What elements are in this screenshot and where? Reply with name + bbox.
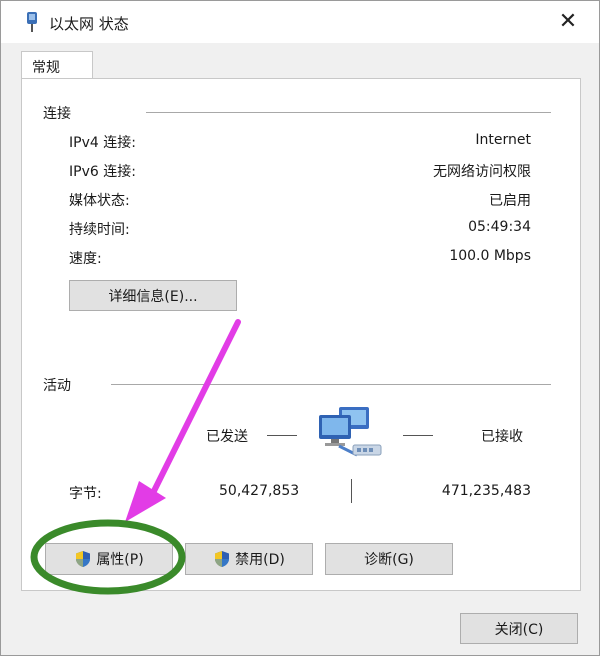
ipv6-value: 无网络访问权限	[433, 164, 531, 180]
bytes-label: 字节:	[69, 486, 102, 502]
uac-shield-icon	[76, 551, 91, 567]
diagnose-button[interactable]: 诊断(G)	[325, 543, 453, 575]
general-tab-panel	[21, 78, 581, 591]
activity-divider	[111, 384, 551, 385]
title-bar: 以太网 状态 ✕	[1, 1, 599, 43]
media-state-label: 媒体状态:	[69, 193, 130, 209]
network-computers-icon	[319, 407, 382, 457]
speed-value: 100.0 Mbps	[449, 248, 531, 264]
connection-divider	[146, 112, 551, 113]
speed-label: 速度:	[69, 251, 102, 267]
ipv4-label: IPv4 连接:	[69, 135, 136, 151]
bytes-sent-value: 50,427,853	[219, 483, 300, 499]
duration-value: 05:49:34	[468, 219, 531, 235]
disable-button-label: 禁用(D)	[235, 552, 285, 568]
close-icon[interactable]: ✕	[555, 9, 581, 35]
properties-button-label: 属性(P)	[96, 552, 144, 568]
bytes-received-value: 471,235,483	[441, 483, 531, 499]
ipv4-value: Internet	[475, 132, 531, 148]
duration-label: 持续时间:	[69, 222, 130, 238]
window-title: 以太网 状态	[49, 15, 129, 33]
details-button[interactable]: 详细信息(E)...	[69, 280, 237, 311]
activity-section-label: 活动	[43, 378, 71, 394]
sent-label: 已发送	[206, 429, 248, 445]
ipv6-label: IPv6 连接:	[69, 164, 136, 180]
properties-button[interactable]: 属性(P)	[45, 543, 173, 575]
connection-section-label: 连接	[43, 106, 71, 122]
network-cable-icon	[27, 12, 37, 32]
close-button[interactable]: 关闭(C)	[460, 613, 578, 644]
received-label: 已接收	[481, 429, 523, 445]
bytes-separator	[351, 479, 352, 503]
disable-button[interactable]: 禁用(D)	[185, 543, 313, 575]
tab-general[interactable]: 常规	[21, 51, 93, 79]
ethernet-status-dialog: 以太网 状态 ✕ 常规 连接 IPv4 连接: Internet IPv6 连接…	[0, 0, 600, 656]
sent-dash	[267, 435, 297, 436]
uac-shield-icon	[215, 551, 230, 567]
received-dash	[403, 435, 433, 436]
media-state-value: 已启用	[489, 193, 531, 209]
